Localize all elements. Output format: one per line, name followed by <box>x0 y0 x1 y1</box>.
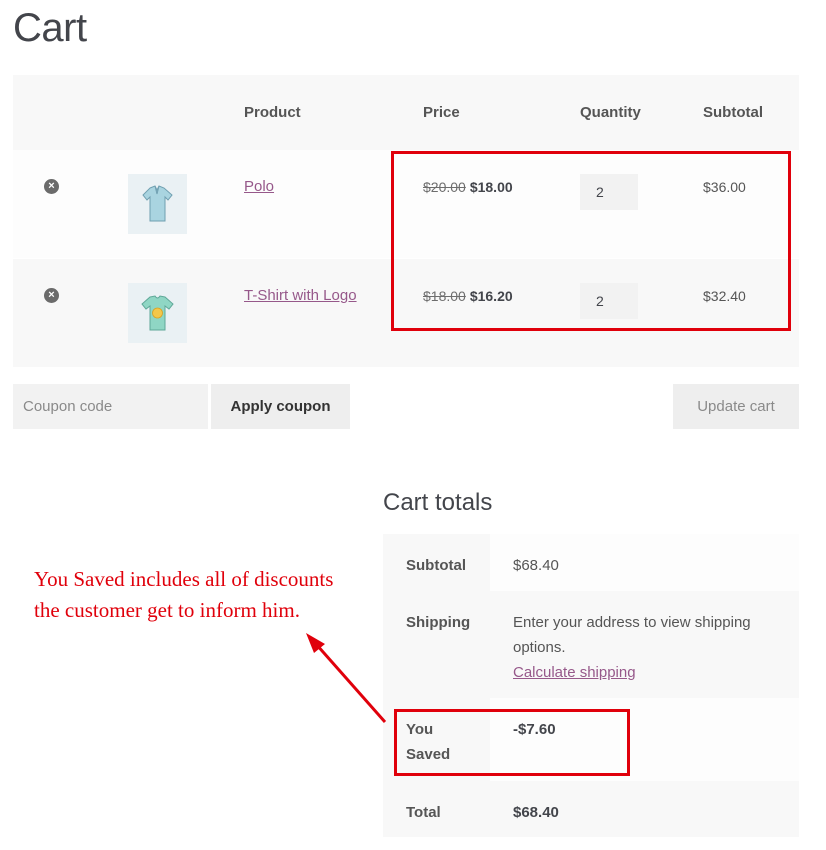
annotation-arrow-icon <box>306 633 387 723</box>
